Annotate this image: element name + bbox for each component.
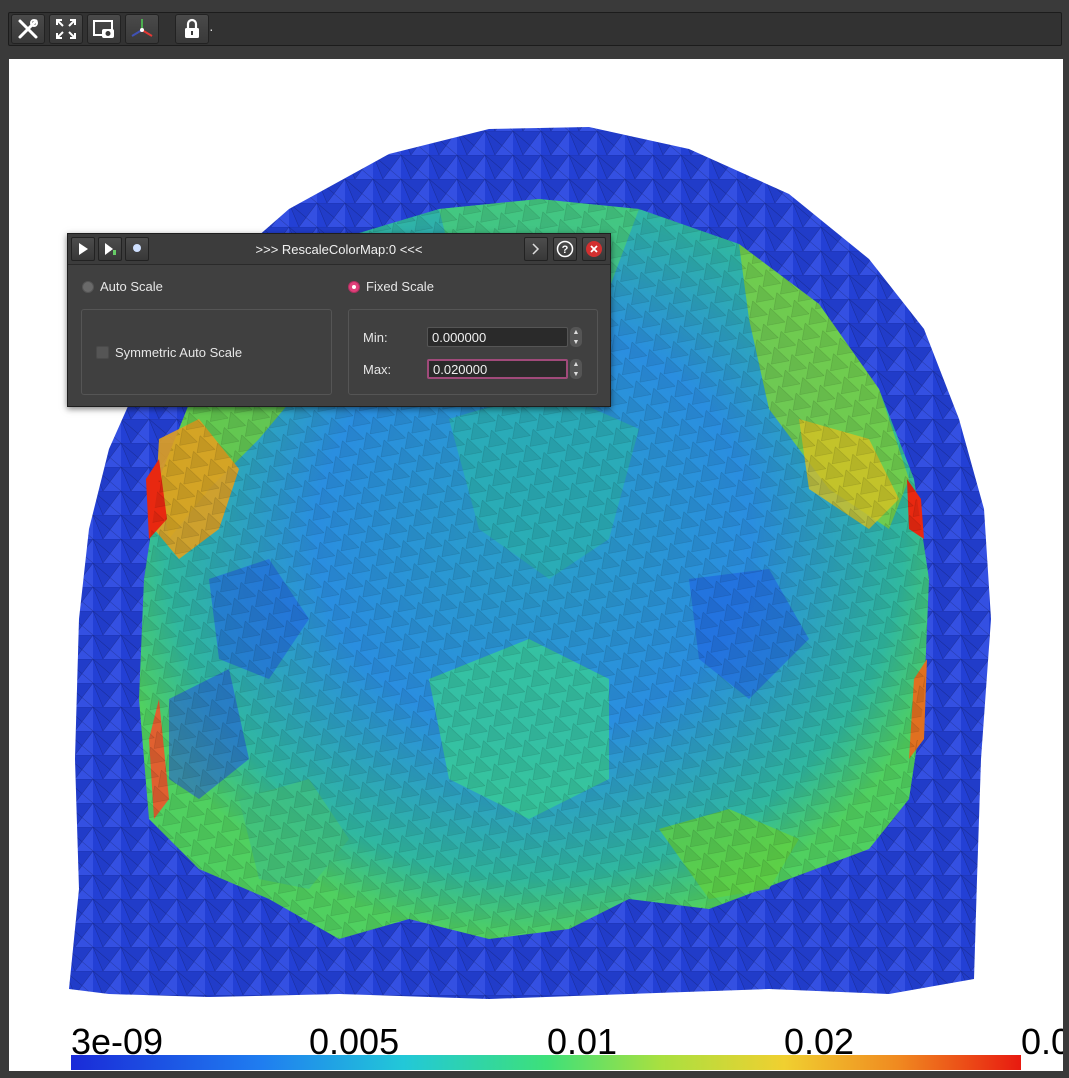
symmetric-auto-scale-label: Symmetric Auto Scale xyxy=(115,345,243,360)
auto-scale-group: Symmetric Auto Scale xyxy=(81,309,332,395)
min-input[interactable] xyxy=(427,327,568,347)
tools-button[interactable] xyxy=(11,14,45,44)
step-icon xyxy=(105,243,116,255)
dialog-titlebar[interactable]: >>> RescaleColorMap:0 <<< ? xyxy=(68,234,610,265)
fixed-scale-group: Min: ▲▼ Max: ▲▼ xyxy=(348,309,598,395)
fullscreen-button[interactable] xyxy=(49,14,83,44)
screenshot-button[interactable] xyxy=(87,14,121,44)
color-legend-bar xyxy=(71,1055,1021,1070)
rescale-colormap-dialog: >>> RescaleColorMap:0 <<< ? Auto Scale F… xyxy=(67,233,611,407)
lock-button[interactable] xyxy=(175,14,209,44)
min-label: Min: xyxy=(363,329,388,345)
max-input[interactable] xyxy=(427,359,568,379)
lock-icon xyxy=(185,18,199,38)
auto-scale-label: Auto Scale xyxy=(100,279,163,294)
symmetric-auto-scale-option[interactable]: Symmetric Auto Scale xyxy=(96,345,242,360)
record-icon xyxy=(133,244,141,252)
fullscreen-icon xyxy=(56,19,76,39)
max-spinner[interactable]: ▲ ▼ xyxy=(570,359,582,379)
axes-orientation-icon xyxy=(131,19,153,37)
collapse-icon xyxy=(532,243,540,255)
play-button[interactable] xyxy=(71,237,95,261)
max-row: Max: ▲▼ xyxy=(363,359,582,379)
min-row: Min: ▲▼ xyxy=(363,327,582,347)
close-icon xyxy=(586,241,602,257)
spin-up-icon: ▲ xyxy=(572,328,580,336)
svg-text:?: ? xyxy=(562,244,569,256)
render-view[interactable]: 3e-09 0.005 0.01 0.02 0.0 xyxy=(9,59,1063,1071)
symmetric-auto-scale-checkbox[interactable] xyxy=(96,346,109,359)
help-button[interactable]: ? xyxy=(553,237,577,261)
fixed-scale-radio[interactable] xyxy=(348,280,360,293)
record-button[interactable] xyxy=(125,237,149,261)
spin-up-icon: ▲ xyxy=(572,360,580,368)
legend-label-max: 0.0 xyxy=(1021,1021,1063,1062)
view-toolbar: · xyxy=(8,12,1062,46)
close-button[interactable] xyxy=(582,237,606,261)
collapse-button[interactable] xyxy=(524,237,548,261)
fixed-scale-label: Fixed Scale xyxy=(366,279,434,294)
spin-down-icon: ▼ xyxy=(572,338,580,346)
min-spinner[interactable]: ▲ ▼ xyxy=(570,327,582,347)
step-button[interactable] xyxy=(98,237,122,261)
fixed-scale-option[interactable]: Fixed Scale xyxy=(348,279,434,294)
tools-icon xyxy=(18,19,38,39)
auto-scale-option[interactable]: Auto Scale xyxy=(82,279,163,294)
toolbar-dropdown-indicator[interactable]: · xyxy=(209,21,214,37)
auto-scale-radio[interactable] xyxy=(82,280,94,293)
screenshot-icon xyxy=(93,20,114,38)
spin-down-icon: ▼ xyxy=(572,370,580,378)
max-label: Max: xyxy=(363,361,392,377)
mesh-visualization xyxy=(69,127,991,999)
help-icon: ? xyxy=(556,240,574,258)
axes-orientation-button[interactable] xyxy=(125,14,159,44)
play-icon xyxy=(79,243,88,255)
